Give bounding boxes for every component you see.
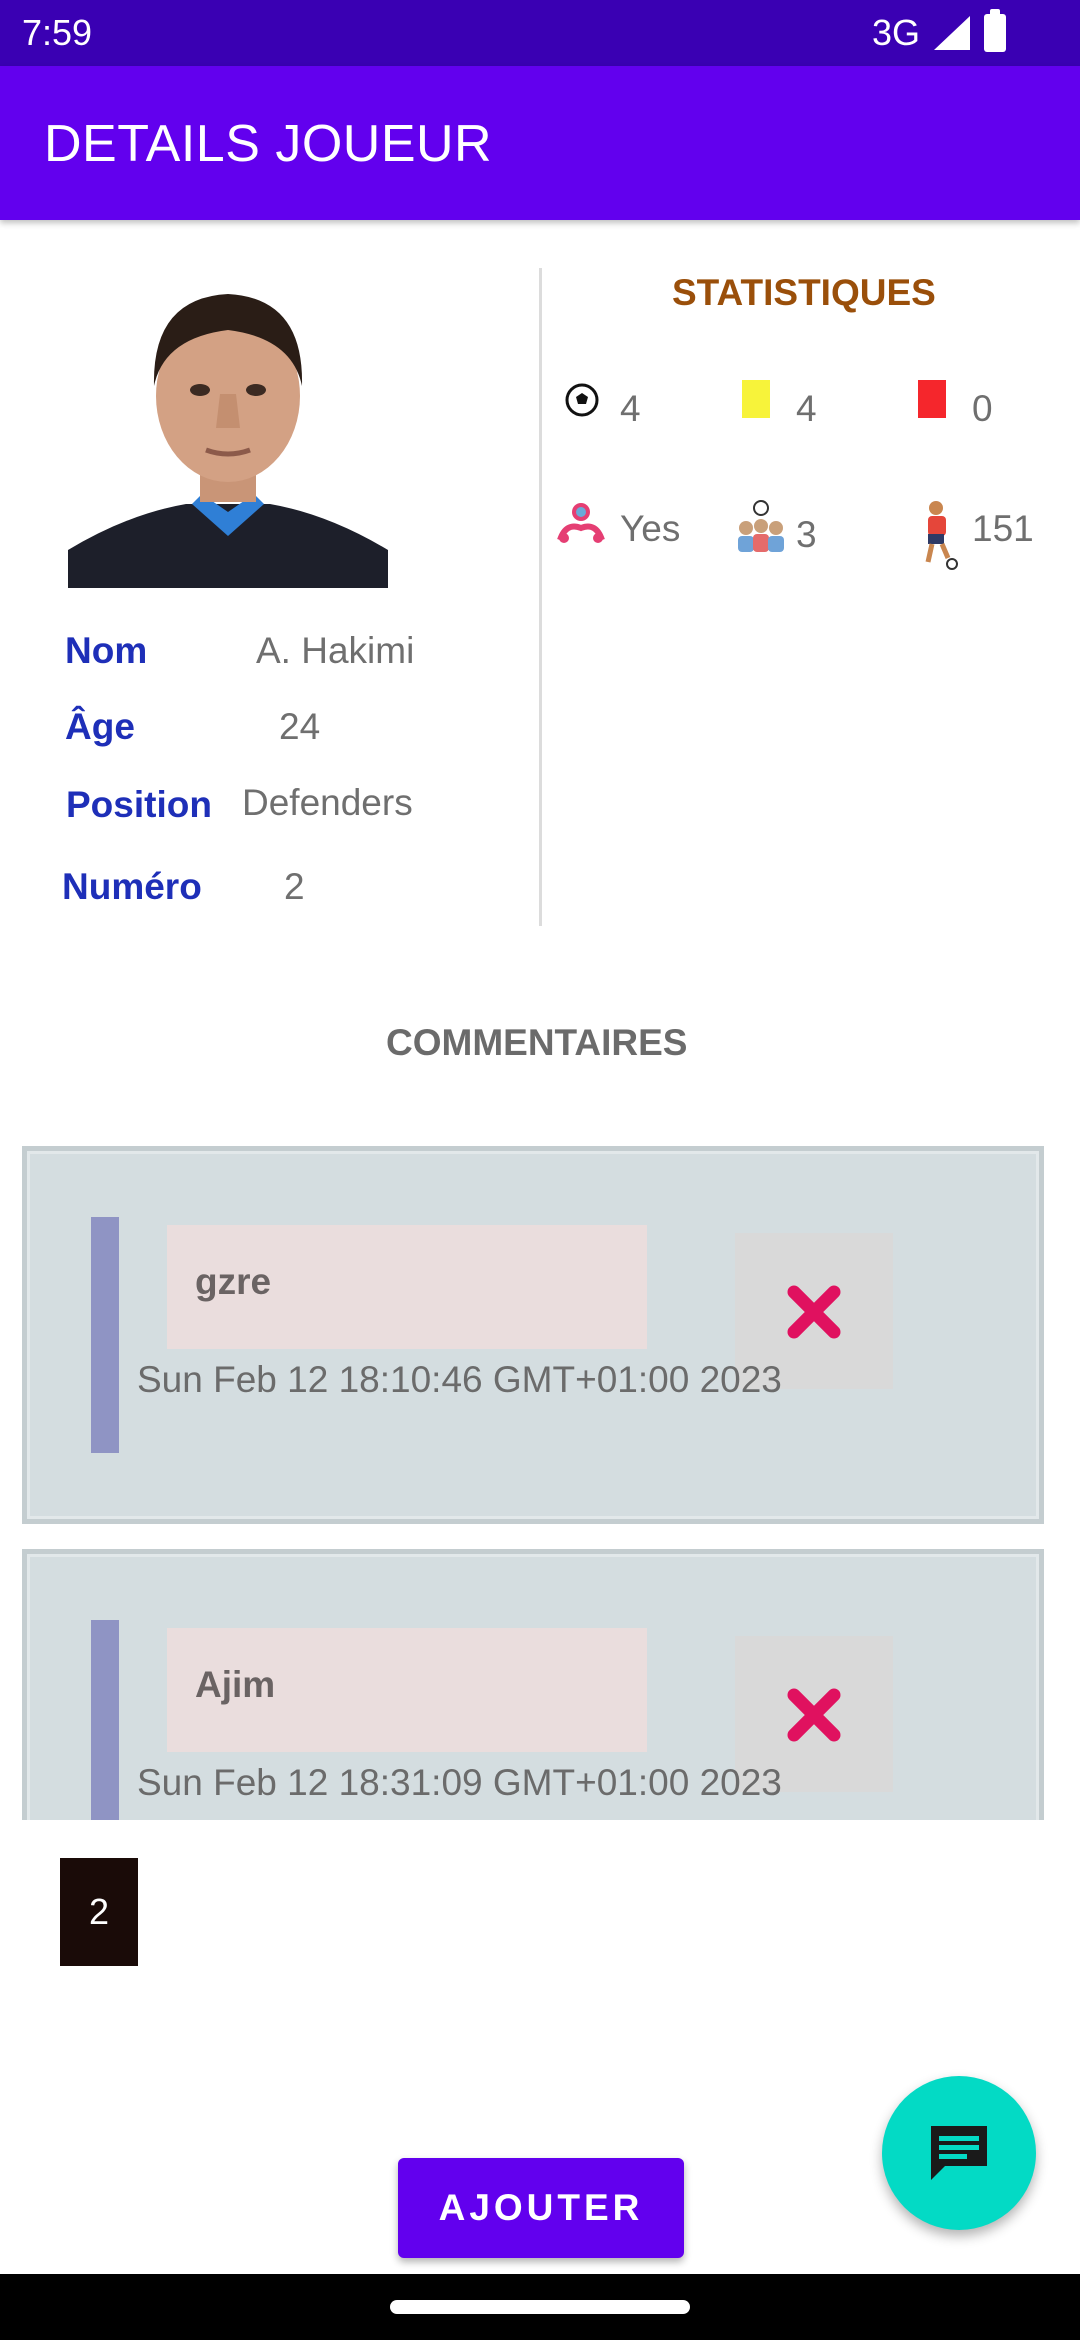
position-value: Defenders [242,782,413,823]
nom-label: Nom [65,630,148,671]
captain-value: Yes [620,508,681,549]
assists-value: 3 [796,514,817,555]
player-photo [68,268,388,588]
age-label: Âge [65,706,135,747]
home-handle[interactable] [390,2300,690,2314]
comment-date: Sun Feb 12 18:31:09 GMT+01:00 2023 [137,1762,782,1803]
signal-icon [934,16,970,50]
add-button[interactable]: AJOUTER [398,2158,684,2258]
vertical-divider [539,268,542,926]
network-type: 3G [871,12,920,53]
comment-fab-button[interactable] [882,2076,1036,2230]
captain-icon [557,503,605,543]
comments-title: COMMENTAIRES [386,1022,688,1063]
comment-date: Sun Feb 12 18:10:46 GMT+01:00 2023 [137,1359,782,1400]
comment-accent-bar [91,1620,119,1820]
numero-label: Numéro [62,866,202,907]
assists-icon [738,500,784,552]
yellow-cards-value: 4 [796,388,817,429]
numero-value: 2 [284,866,305,907]
age-value: 24 [279,706,321,747]
nom-value: A. Hakimi [256,630,415,671]
status-bar: 7:59 3G [0,0,1080,66]
comment-accent-bar [91,1217,119,1453]
comment-author-box: gzre [167,1225,647,1349]
page-title: DETAILS JOUEUR [44,115,493,173]
comment-card: gzre Sun Feb 12 18:10:46 GMT+01:00 2023 [22,1146,1044,1524]
status-time: 7:59 [22,12,93,53]
comment-card: Ajim Sun Feb 12 18:31:09 GMT+01:00 2023 [22,1549,1044,1820]
appearances-value: 151 [972,508,1034,549]
red-card-icon [918,380,946,418]
comment-icon [931,2126,987,2180]
goals-value: 4 [620,388,641,429]
comment-author: gzre [195,1261,272,1302]
comment-author: Ajim [195,1664,276,1705]
screen: 7:59 3G DETAILS JOUEUR Nom A. Hakimi Âge… [0,0,1080,2340]
comment-author-box: Ajim [167,1628,647,1752]
navigation-bar [0,2274,1080,2340]
position-label: Position [66,784,212,825]
stats-title: STATISTIQUES [672,272,936,313]
player-icon [925,501,958,570]
comment-count-badge: 2 [60,1858,138,1966]
app-bar: DETAILS JOUEUR [0,66,1080,220]
yellow-card-icon [742,380,770,418]
red-cards-value: 0 [972,388,993,429]
comments-list[interactable]: gzre Sun Feb 12 18:10:46 GMT+01:00 2023 … [22,1146,1044,1820]
battery-icon [984,9,1006,52]
soccer-ball-icon [565,383,599,417]
